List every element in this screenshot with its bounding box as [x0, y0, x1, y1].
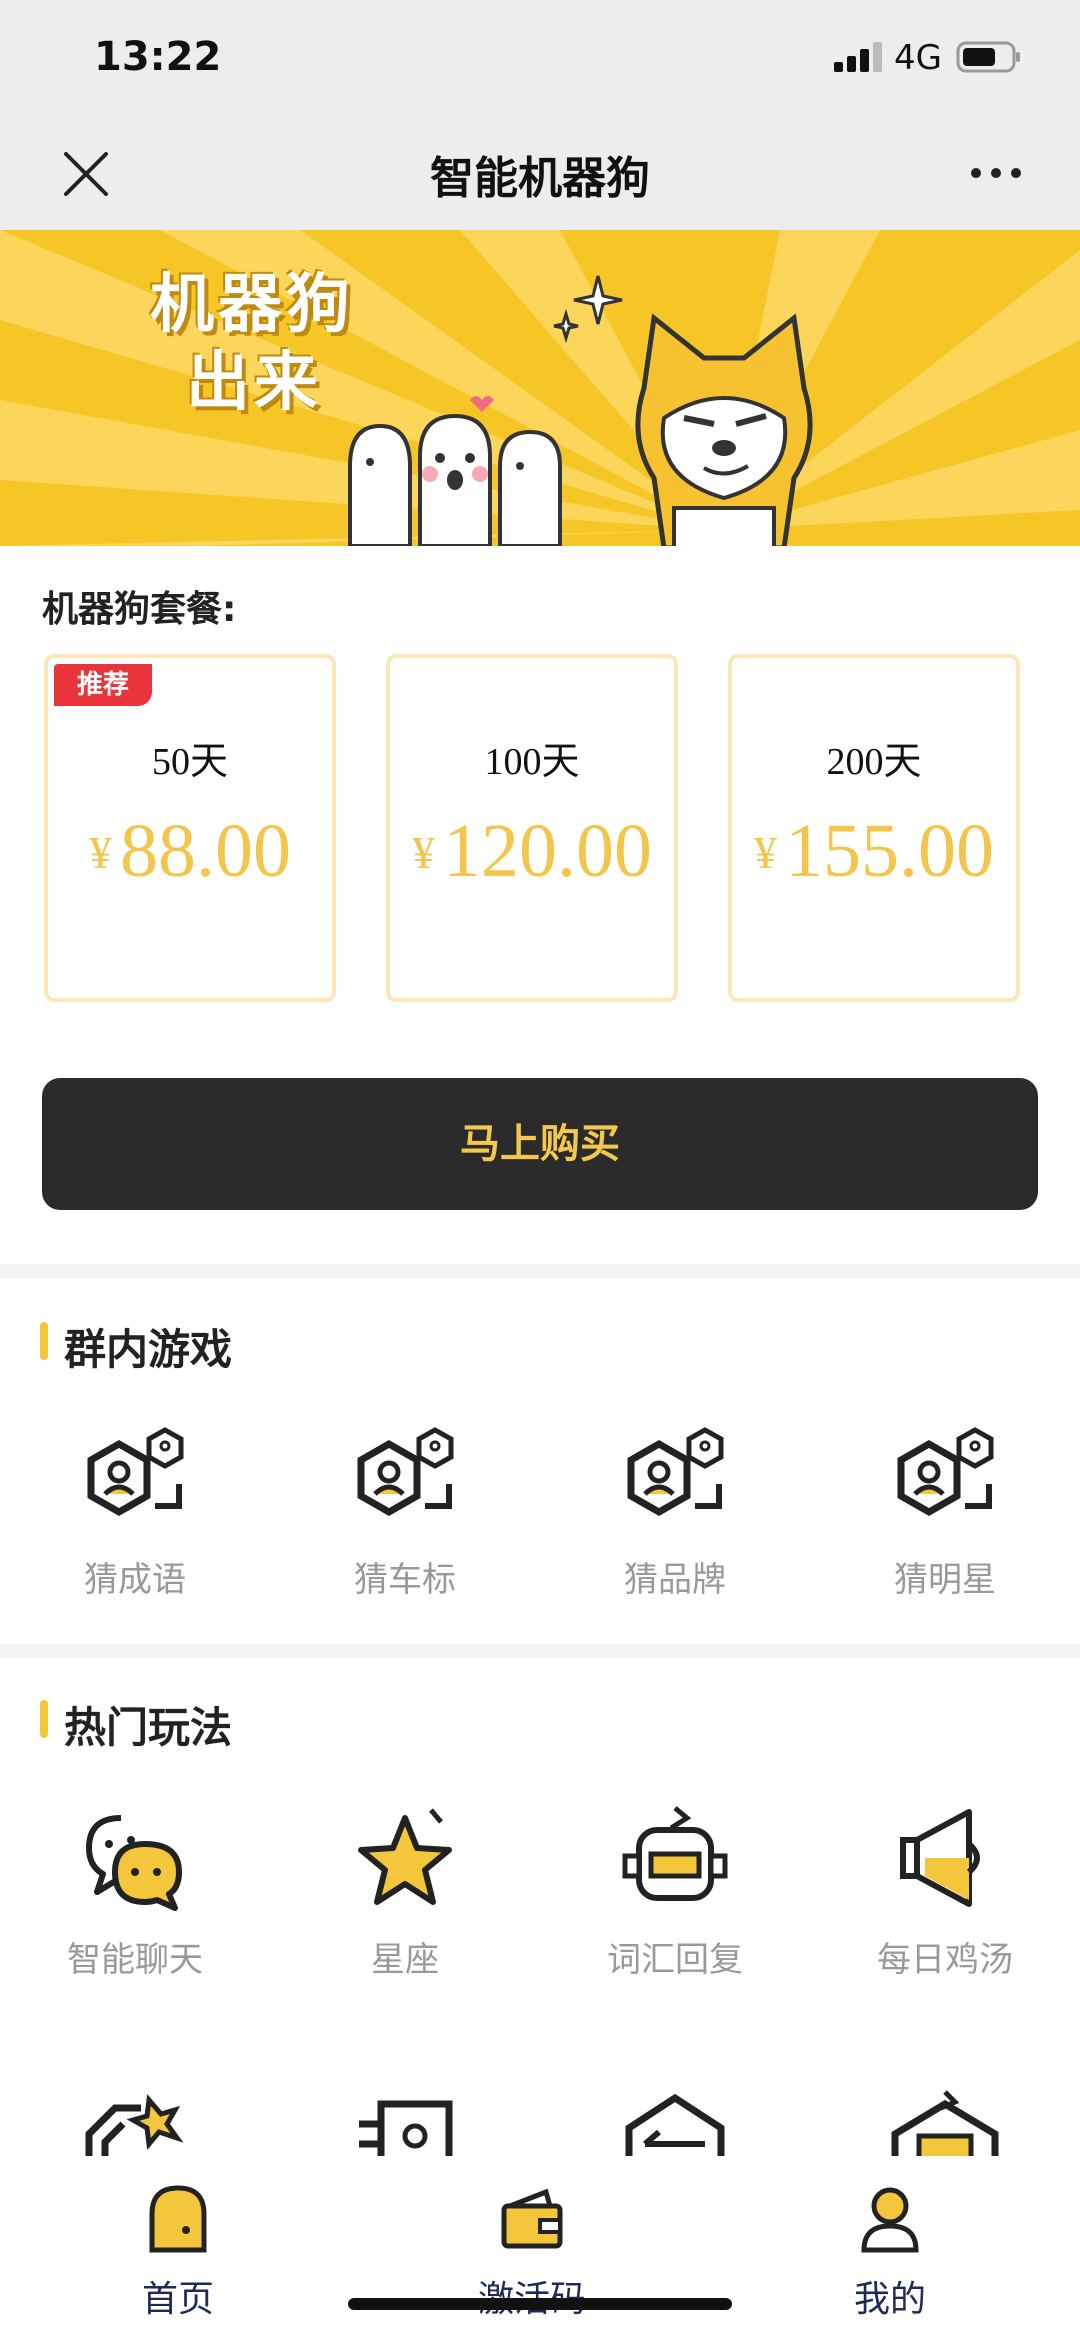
- robot-icon: [622, 1806, 728, 1901]
- section-divider: [0, 1644, 1080, 1658]
- price-value: 120.00: [443, 809, 652, 893]
- section-title: 热门玩法: [64, 1703, 233, 1752]
- package-card-100[interactable]: 100天 ¥120.00: [386, 654, 678, 1002]
- game-guess-idiom[interactable]: 猜成语: [0, 1420, 270, 1620]
- game-guess-brand[interactable]: 猜品牌: [540, 1420, 810, 1620]
- section-accent-bar: [40, 1322, 48, 1360]
- more-features-row-partial: [0, 2070, 1080, 2156]
- home-icon: [149, 2185, 207, 2253]
- tab-label: 我的: [853, 2279, 926, 2320]
- feature-label: 词汇回复: [607, 1940, 743, 1980]
- status-time: 13:22: [94, 34, 222, 80]
- guess-icon: [897, 1427, 994, 1517]
- banner-line-1: 机器狗: [150, 268, 354, 342]
- more-icon[interactable]: [966, 148, 1026, 198]
- nav-bar: 智能机器狗: [0, 120, 1080, 230]
- page-title: 智能机器狗: [430, 153, 650, 204]
- guess-icon: [627, 1427, 724, 1517]
- wallet-icon: [501, 2188, 563, 2249]
- feature-label: 智能聊天: [67, 1940, 203, 1980]
- game-label: 猜明星: [894, 1560, 996, 1600]
- tab-label: 首页: [141, 2279, 214, 2320]
- star-icon: [358, 1808, 452, 1905]
- feature-word-reply[interactable]: 词汇回复: [540, 1800, 810, 2000]
- tab-label: 激活码: [432, 2270, 632, 2322]
- package-price: ¥120.00: [390, 808, 674, 895]
- feature-label: 每日鸡汤: [877, 1940, 1013, 1980]
- exchange-icon: [625, 2093, 725, 2156]
- network-type: 4G: [894, 38, 942, 78]
- shiba-dog-illustration: [635, 313, 813, 546]
- guess-icon: [357, 1427, 454, 1517]
- battery-icon: [956, 41, 1020, 73]
- guess-icon: [87, 1427, 184, 1517]
- package-section-label: 机器狗套餐:: [42, 589, 237, 630]
- section-title: 群内游戏: [64, 1325, 233, 1374]
- game-label: 猜成语: [84, 1560, 186, 1600]
- chat-icon: [86, 1815, 182, 1911]
- game-guess-celebrity[interactable]: 猜明星: [810, 1420, 1080, 1620]
- price-value: 155.00: [785, 809, 994, 893]
- package-price: ¥88.00: [48, 808, 332, 895]
- tab-home[interactable]: 首页: [78, 2156, 278, 2337]
- game-guess-car-logo[interactable]: 猜车标: [270, 1420, 540, 1620]
- section-divider: [0, 1264, 1080, 1278]
- feature-label: 星座: [371, 1940, 439, 1980]
- tab-profile[interactable]: 我的: [790, 2156, 990, 2337]
- speaker-icon: [900, 1809, 980, 1907]
- feature-daily-quote[interactable]: 每日鸡汤: [810, 1800, 1080, 2000]
- cartoon-characters-illustration: [348, 396, 562, 546]
- garage-icon: [891, 2090, 999, 2156]
- currency-symbol: ¥: [89, 827, 112, 878]
- promo-banner[interactable]: 机器狗 出来: [0, 230, 1080, 546]
- section-accent-bar: [40, 1700, 48, 1738]
- rocket-icon: [85, 2094, 184, 2156]
- home-indicator[interactable]: [348, 2298, 732, 2310]
- package-price: ¥155.00: [732, 808, 1016, 895]
- sparkle-icon: [553, 275, 623, 344]
- package-days: 50天: [151, 741, 228, 783]
- game-label: 猜品牌: [624, 1560, 726, 1600]
- id-card-icon: [359, 2100, 453, 2156]
- buy-now-button[interactable]: 马上购买: [42, 1078, 1038, 1210]
- package-days: 100天: [484, 741, 580, 783]
- package-days: 200天: [826, 741, 922, 783]
- profile-icon: [861, 2187, 919, 2253]
- game-label: 猜车标: [354, 1560, 456, 1600]
- package-card-200[interactable]: 200天 ¥155.00: [728, 654, 1020, 1002]
- price-value: 88.00: [120, 809, 291, 893]
- recommended-badge: 推荐: [54, 664, 152, 706]
- signal-icon: [834, 42, 882, 72]
- feature-zodiac[interactable]: 星座: [270, 1800, 540, 2000]
- status-bar: 13:22 4G: [0, 0, 1080, 120]
- currency-symbol: ¥: [754, 827, 777, 878]
- feature-smart-chat[interactable]: 智能聊天: [0, 1800, 270, 2000]
- package-card-50[interactable]: 推荐 50天 ¥88.00: [44, 654, 336, 1002]
- currency-symbol: ¥: [412, 827, 435, 878]
